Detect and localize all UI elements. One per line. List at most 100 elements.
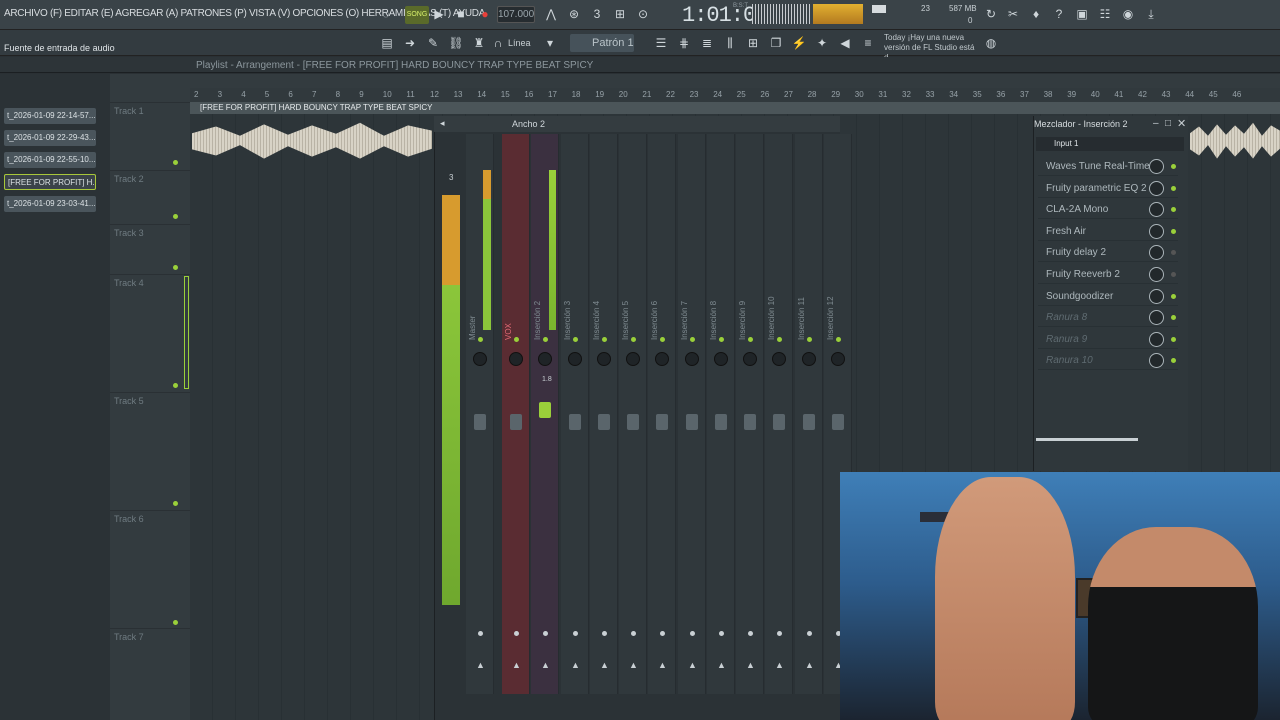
- mix-knob[interactable]: [1149, 202, 1164, 218]
- graph-icon[interactable]: ⋕: [675, 34, 693, 52]
- mix-knob[interactable]: [1149, 267, 1164, 282]
- mixer-preset[interactable]: Ancho 2: [512, 119, 545, 129]
- effect-slot[interactable]: Soundgoodizer: [1038, 287, 1178, 306]
- clip-item-selected[interactable]: [FREE FOR PROFIT] H...: [4, 174, 96, 190]
- route-dot[interactable]: [777, 631, 782, 636]
- slot-enable-led[interactable]: [1171, 315, 1176, 321]
- track-label[interactable]: Track 4: [110, 274, 190, 392]
- slot-enable-led[interactable]: [1171, 272, 1176, 277]
- pan-knob[interactable]: [802, 352, 816, 366]
- timeline-ruler[interactable]: 2 3 4 5 6 7 8 9 10 11 12 13 14 15 16 17 18 19 20 21 22 23 24 25…: [190, 88, 1280, 102]
- piano-icon[interactable]: ▤: [378, 34, 396, 52]
- piano-roll-icon[interactable]: ⊞: [744, 34, 762, 52]
- send-arrow-icon[interactable]: ▲: [805, 660, 814, 670]
- pan-knob[interactable]: [597, 352, 611, 366]
- strip-enable-led[interactable]: [631, 337, 636, 342]
- volume-fader[interactable]: [510, 414, 522, 430]
- input-select[interactable]: Input 1: [1036, 137, 1184, 151]
- route-dot[interactable]: [631, 631, 636, 636]
- close-icon[interactable]: ✕: [1177, 117, 1186, 130]
- effect-slot[interactable]: Fruity delay 2: [1038, 243, 1178, 263]
- strip-enable-led[interactable]: [690, 337, 695, 342]
- strip-enable-led[interactable]: [602, 337, 607, 342]
- pan-knob[interactable]: [685, 352, 699, 366]
- effect-slot[interactable]: Fruity parametric EQ 2: [1038, 179, 1178, 198]
- effect-slot[interactable]: Fresh Air: [1038, 222, 1178, 241]
- chat-icon[interactable]: ◉: [1119, 5, 1137, 23]
- pan-knob[interactable]: [772, 352, 786, 366]
- slot-enable-led[interactable]: [1171, 250, 1176, 256]
- tempo-display[interactable]: 107.000: [497, 6, 535, 23]
- wait-input-icon[interactable]: ⊛: [565, 5, 583, 23]
- mix-knob[interactable]: [1149, 331, 1164, 347]
- track-label[interactable]: Track 7: [110, 628, 190, 720]
- pan-knob[interactable]: [714, 352, 728, 366]
- tools-icon[interactable]: ✂: [1004, 5, 1022, 23]
- speaker-icon[interactable]: ◀: [836, 34, 854, 52]
- microphone-icon[interactable]: ♦: [1027, 5, 1045, 23]
- route-dot[interactable]: [690, 631, 695, 636]
- send-arrow-icon[interactable]: ▲: [512, 660, 521, 670]
- clip-item[interactable]: t_2026-01-09 23-03-41...: [4, 196, 96, 212]
- effect-slot[interactable]: Ranura 9: [1038, 330, 1178, 349]
- mix-knob[interactable]: [1149, 353, 1164, 369]
- strip-enable-led[interactable]: [478, 337, 483, 342]
- plugin-icon[interactable]: ⚡: [790, 34, 808, 52]
- track-label[interactable]: Track 5: [110, 392, 190, 510]
- slot-enable-led[interactable]: [1171, 164, 1176, 169]
- stereo-separation[interactable]: [1036, 438, 1138, 441]
- magnet-icon[interactable]: ∩: [489, 34, 507, 52]
- chevron-down-icon[interactable]: ▾: [541, 34, 559, 52]
- strip-enable-led[interactable]: [514, 337, 519, 342]
- track-mute-led[interactable]: [173, 620, 178, 625]
- route-dot[interactable]: [602, 631, 607, 636]
- mixer-arrow-icon[interactable]: ◂: [440, 118, 445, 129]
- effect-slot[interactable]: Ranura 10: [1038, 351, 1178, 371]
- song-mode-toggle[interactable]: SONG: [405, 6, 429, 24]
- globe-icon[interactable]: ◍: [982, 34, 1000, 52]
- audio-clip-header[interactable]: [FREE FOR PROFIT] HARD BOUNCY TRAP TYPE …: [190, 102, 1280, 114]
- clip-item[interactable]: t_2026-01-09 22-55-10...: [4, 152, 96, 168]
- slot-enable-led[interactable]: [1171, 207, 1176, 213]
- link-icon[interactable]: ⛓: [447, 34, 465, 52]
- mixer-view-icon[interactable]: ⫼: [721, 34, 739, 52]
- channel-rack-icon[interactable]: ≣: [698, 34, 716, 52]
- pan-knob[interactable]: [538, 352, 552, 366]
- track-label[interactable]: Track 3: [110, 224, 190, 274]
- route-dot[interactable]: [514, 631, 519, 636]
- mix-knob[interactable]: [1149, 180, 1164, 196]
- minimize-icon[interactable]: –: [1153, 118, 1159, 129]
- pencil-icon[interactable]: ✎: [424, 34, 442, 52]
- volume-fader[interactable]: [832, 414, 844, 430]
- send-arrow-icon[interactable]: ▲: [600, 660, 609, 670]
- slot-enable-led[interactable]: [1171, 185, 1176, 191]
- strip-enable-led[interactable]: [807, 337, 812, 342]
- route-dot[interactable]: [660, 631, 665, 636]
- pan-knob[interactable]: [831, 352, 845, 366]
- strip-enable-led[interactable]: [719, 337, 724, 342]
- mix-knob[interactable]: [1149, 159, 1164, 174]
- clip-item[interactable]: t_2026-01-09 22-14-57...: [4, 108, 96, 124]
- mixer-icon[interactable]: ☷: [1096, 5, 1114, 23]
- stamp-icon[interactable]: ♜: [470, 34, 488, 52]
- send-arrow-icon[interactable]: ▲: [775, 660, 784, 670]
- volume-fader[interactable]: [598, 414, 610, 430]
- send-arrow-icon[interactable]: ▲: [688, 660, 697, 670]
- loop-record-icon[interactable]: ⊙: [634, 5, 652, 23]
- pan-knob[interactable]: [626, 352, 640, 366]
- send-arrow-icon[interactable]: ▲: [541, 660, 550, 670]
- save-icon[interactable]: ▣: [1073, 5, 1091, 23]
- slot-enable-led[interactable]: [1171, 228, 1176, 234]
- effect-slot[interactable]: Ranura 8: [1038, 308, 1178, 328]
- volume-fader[interactable]: [744, 414, 756, 430]
- pan-knob[interactable]: [509, 352, 523, 366]
- strip-enable-led[interactable]: [777, 337, 782, 342]
- mix-knob[interactable]: [1149, 288, 1164, 304]
- pan-knob[interactable]: [655, 352, 669, 366]
- track-mute-led[interactable]: [173, 383, 178, 388]
- track-mute-led[interactable]: [173, 501, 178, 506]
- wand-icon[interactable]: ✦: [813, 34, 831, 52]
- send-arrow-icon[interactable]: ▲: [629, 660, 638, 670]
- slot-enable-led[interactable]: [1171, 358, 1176, 364]
- maximize-icon[interactable]: □: [1165, 118, 1171, 129]
